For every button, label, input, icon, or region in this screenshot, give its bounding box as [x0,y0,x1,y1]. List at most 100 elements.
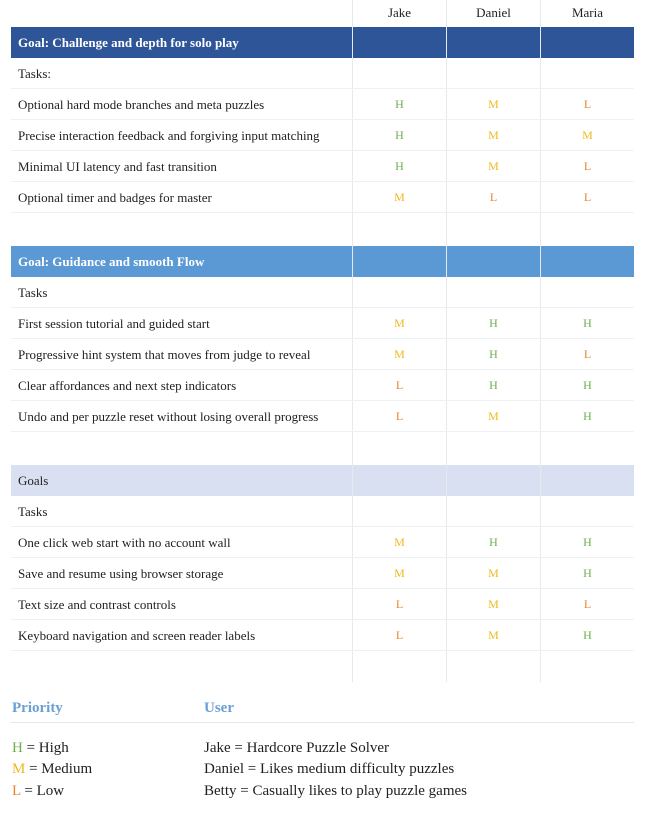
priority-jake: H [395,128,404,142]
task-name: Keyboard navigation and screen reader la… [18,627,256,643]
task-row: Text size and contrast controls L M L [11,589,634,620]
tasks-label: Tasks: [18,65,52,81]
priority-jake: M [394,566,405,580]
legend-text: = Medium [25,761,93,777]
priority-daniel: M [488,409,499,423]
priority-maria: L [583,347,592,361]
spacer-row [11,651,634,682]
goal-cell [541,465,634,496]
priority-maria: L [583,159,592,173]
priority-daniel: L [489,190,498,204]
legend-text: = Low [20,783,65,799]
priority-daniel: H [489,535,498,549]
task-name: Progressive hint system that moves from … [18,346,311,362]
spacer-row [11,213,634,244]
goal-cell [447,27,540,58]
task-row: Progressive hint system that moves from … [11,339,634,370]
goal-cell [353,27,446,58]
task-row: Save and resume using browser storage M M H [11,558,634,589]
goal-cell [447,465,540,496]
legend-key: H [12,740,23,756]
task-name: Optional hard mode branches and meta puz… [18,96,265,112]
priority-jake: M [394,535,405,549]
legend-key: L [12,783,21,799]
priority-jake: H [395,97,404,111]
task-name: Clear affordances and next step indicato… [18,377,237,393]
task-row: One click web start with no account wall… [11,527,634,558]
task-row: First session tutorial and guided start M… [11,308,634,339]
priority-daniel: H [489,316,498,330]
task-name: Optional timer and badges for master [18,189,212,205]
priority-jake: M [394,190,405,204]
priority-jake: L [395,628,404,642]
column-header-maria: Maria [571,5,604,20]
task-row: Precise interaction feedback and forgivi… [11,120,634,151]
priority-maria: M [582,128,593,142]
goal-title: Goal: Guidance and smooth Flow [11,246,352,277]
priority-maria: H [583,378,592,392]
tasks-label: Tasks [18,284,48,300]
task-name: First session tutorial and guided start [18,315,210,331]
goal-title: Goals [11,465,352,496]
legend-user-jake: Jake = Hardcore Puzzle Solver [204,740,390,756]
legend-user-betty: Betty = Casually likes to play puzzle ga… [204,783,467,799]
goal-cell [353,246,446,277]
column-header-jake: Jake [387,5,412,20]
priority-daniel: M [488,97,499,111]
priority-maria: L [583,597,592,611]
priority-jake: M [394,347,405,361]
priority-jake: L [395,409,404,423]
task-name: Save and resume using browser storage [18,565,224,581]
task-row: Undo and per puzzle reset without losing… [11,401,634,432]
task-row: Minimal UI latency and fast transition H M… [11,151,634,182]
priority-jake: H [395,159,404,173]
goal-cell [353,465,446,496]
column-header-daniel: Daniel [476,5,511,20]
priority-jake: L [395,597,404,611]
task-row: Optional hard mode branches and meta puz… [11,89,634,120]
legend-priority-low: L = Low [12,783,64,800]
priority-maria: L [583,190,592,204]
task-name: Undo and per puzzle reset without losing… [18,408,319,424]
task-name: Precise interaction feedback and forgivi… [18,127,320,143]
goal-header: Goal: Challenge and depth for solo play [11,27,634,58]
task-name: Text size and contrast controls [18,596,176,612]
priority-daniel: M [488,128,499,142]
priority-daniel: M [488,597,499,611]
priority-jake: M [394,316,405,330]
priority-maria: H [583,409,592,423]
priority-daniel: M [488,159,499,173]
legend-priority-medium: M = Medium [12,761,92,778]
legend-user-title: User [204,700,234,716]
legend-divider [11,722,634,723]
priority-maria: H [583,566,592,580]
tasks-label-row: Tasks [11,277,634,308]
legend-user-daniel: Daniel = Likes medium difficulty puzzles [204,761,455,777]
legend-priority-high: H = High [12,740,69,757]
task-name: Minimal UI latency and fast transition [18,158,217,174]
task-row: Optional timer and badges for master M L L [11,182,634,213]
priority-maria: H [583,316,592,330]
legend-key: M [12,761,26,777]
tasks-label: Tasks [18,503,48,519]
priority-maria: H [583,628,592,642]
tasks-label-row: Tasks [11,496,634,527]
goal-cell [447,246,540,277]
priority-daniel: M [488,628,499,642]
goal-header: Goal: Guidance and smooth Flow [11,246,634,277]
legend-text: = High [22,740,69,756]
goal-title: Goal: Challenge and depth for solo play [11,27,352,58]
priority-maria: L [583,97,592,111]
tasks-label-row: Tasks: [11,58,634,89]
priority-daniel: M [488,566,499,580]
priority-daniel: H [489,347,498,361]
spacer-row [11,432,634,463]
goal-cell [541,246,634,277]
legend-priority-title: Priority [12,700,63,716]
task-row: Keyboard navigation and screen reader la… [11,620,634,651]
goal-cell [541,27,634,58]
goal-header: Goals [11,465,634,496]
task-name: One click web start with no account wall [18,534,231,550]
priority-jake: L [395,378,404,392]
priority-maria: H [583,535,592,549]
